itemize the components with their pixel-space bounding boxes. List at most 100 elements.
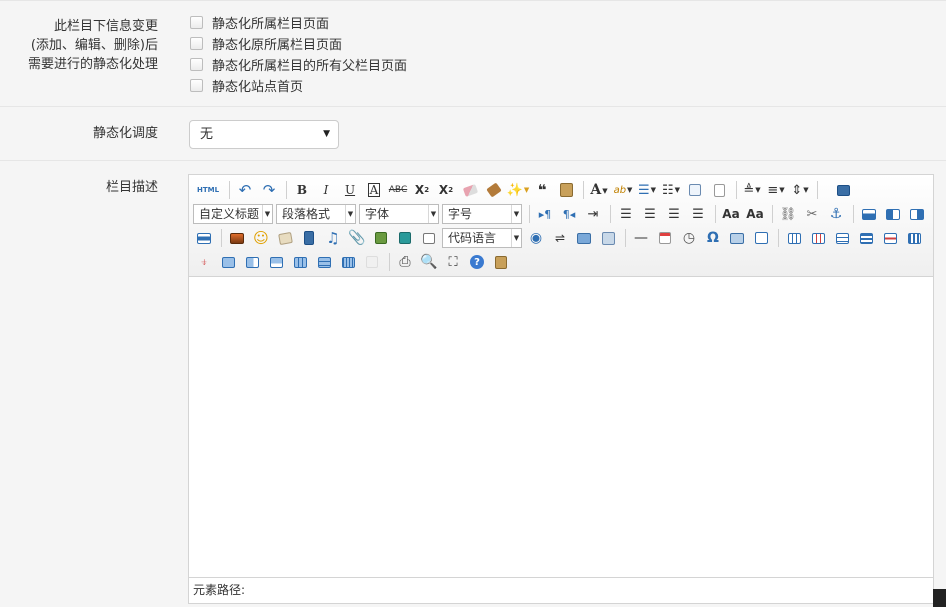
- unordered-list-icon[interactable]: ☷ ▼: [660, 180, 682, 200]
- paragraph-format-select[interactable]: 段落格式 ▼: [276, 204, 356, 224]
- option-label: 静态化原所属栏目页面: [212, 38, 343, 53]
- snapscreen-icon[interactable]: [726, 228, 748, 248]
- font-border-icon[interactable]: A: [363, 180, 385, 200]
- resize-handle[interactable]: [933, 589, 946, 607]
- superscript-icon[interactable]: X2: [411, 180, 433, 200]
- insert-paragraph-before-table-icon[interactable]: [831, 228, 853, 248]
- highlight-color-icon[interactable]: ab ▼: [612, 180, 634, 200]
- background-icon[interactable]: [573, 228, 595, 248]
- image-left-icon[interactable]: [882, 204, 904, 224]
- italic-icon[interactable]: I: [315, 180, 337, 200]
- align-left-icon[interactable]: ☰: [615, 204, 637, 224]
- emotion-icon[interactable]: ☺: [250, 228, 272, 248]
- special-char-icon[interactable]: Ω: [702, 228, 724, 248]
- split-to-cells-icon[interactable]: [289, 252, 311, 272]
- rowspacing-icon[interactable]: [684, 180, 706, 200]
- element-path-label: 元素路径:: [193, 583, 246, 597]
- uppercase-icon[interactable]: Aa: [720, 204, 742, 224]
- image-none-icon[interactable]: [858, 204, 880, 224]
- link-icon[interactable]: ⛓: [777, 204, 799, 224]
- insert-table-icon[interactable]: [783, 228, 805, 248]
- time-icon[interactable]: ◷: [678, 228, 700, 248]
- separator: [529, 205, 530, 223]
- webapp-icon[interactable]: ◉: [525, 228, 547, 248]
- template-icon[interactable]: [597, 228, 619, 248]
- blockquote-icon[interactable]: ❝: [531, 180, 553, 200]
- editor-content-area[interactable]: [189, 277, 933, 577]
- option-label: 静态化站点首页: [212, 80, 304, 95]
- delete-col-icon[interactable]: ⍖: [193, 252, 215, 272]
- gmap-icon[interactable]: [394, 228, 416, 248]
- page-break-icon[interactable]: [708, 180, 730, 200]
- strikethrough-icon[interactable]: ABC: [387, 180, 409, 200]
- rtl-direction-icon[interactable]: ¶◂: [558, 204, 580, 224]
- undo-icon[interactable]: ↶: [234, 180, 256, 200]
- redo-icon[interactable]: ↷: [258, 180, 280, 200]
- insert-image-icon[interactable]: [226, 228, 248, 248]
- date-icon[interactable]: [654, 228, 676, 248]
- music-icon[interactable]: ♫: [322, 228, 344, 248]
- merge-right-icon[interactable]: [241, 252, 263, 272]
- subscript-icon[interactable]: X2: [435, 180, 457, 200]
- horizontal-rule-icon[interactable]: —: [630, 228, 652, 248]
- checkbox[interactable]: [190, 37, 203, 50]
- align-justify-icon[interactable]: ☰: [687, 204, 709, 224]
- print-icon[interactable]: ⎙: [394, 252, 416, 272]
- insert-col-icon[interactable]: [903, 228, 925, 248]
- option-static-parent-categories[interactable]: 静态化所属栏目的所有父栏目页面: [190, 54, 407, 75]
- lineheight-icon[interactable]: ⇕ ▼: [789, 180, 811, 200]
- align-center-icon[interactable]: ☰: [639, 204, 661, 224]
- attachment-icon[interactable]: 📎: [346, 228, 368, 248]
- indent-icon[interactable]: ⇥: [582, 204, 604, 224]
- schedule-select[interactable]: 无 ▼: [189, 120, 339, 149]
- font-size-select[interactable]: 字号 ▼: [442, 204, 522, 224]
- checkbox[interactable]: [190, 58, 203, 71]
- insert-video-icon[interactable]: [298, 228, 320, 248]
- eraser-icon[interactable]: [459, 180, 481, 200]
- charts-icon[interactable]: [361, 252, 383, 272]
- preview-icon[interactable]: [832, 180, 854, 200]
- bold-icon[interactable]: B: [291, 180, 313, 200]
- search-replace-icon[interactable]: ⛶: [442, 252, 464, 272]
- help-icon[interactable]: ?: [466, 252, 488, 272]
- option-static-category[interactable]: 静态化所属栏目页面: [190, 12, 407, 33]
- checkbox[interactable]: [190, 16, 203, 29]
- auto-typeset-icon[interactable]: ✨ ▼: [507, 180, 530, 200]
- merge-cells-icon[interactable]: [217, 252, 239, 272]
- page-break-2-icon[interactable]: ⇌: [549, 228, 571, 248]
- option-static-homepage[interactable]: 静态化站点首页: [190, 75, 407, 96]
- delete-table-icon[interactable]: [807, 228, 829, 248]
- font-color-icon[interactable]: A ▼: [588, 180, 610, 200]
- line-height-icon[interactable]: ≜ ▼: [741, 180, 763, 200]
- anchor-icon[interactable]: ⚓: [825, 204, 847, 224]
- preview-search-icon[interactable]: 🔍: [418, 252, 440, 272]
- unlink-icon[interactable]: ✂: [801, 204, 823, 224]
- paragraph-spacing-icon[interactable]: ≡ ▼: [765, 180, 787, 200]
- option-static-original-category[interactable]: 静态化原所属栏目页面: [190, 33, 407, 54]
- checkbox[interactable]: [190, 79, 203, 92]
- code-language-select[interactable]: 代码语言 ▼: [442, 228, 522, 248]
- split-to-rows-icon[interactable]: [313, 252, 335, 272]
- scrawl-icon[interactable]: [274, 228, 296, 248]
- word-image-icon[interactable]: [750, 228, 772, 248]
- image-right-icon[interactable]: [906, 204, 928, 224]
- underline-icon[interactable]: U: [339, 180, 361, 200]
- map-icon[interactable]: [370, 228, 392, 248]
- delete-row-icon[interactable]: [879, 228, 901, 248]
- ltr-direction-icon[interactable]: ▸¶: [534, 204, 556, 224]
- font-family-select[interactable]: 字体 ▼: [359, 204, 439, 224]
- html-source-button[interactable]: HTML: [193, 180, 223, 200]
- align-right-icon[interactable]: ☰: [663, 204, 685, 224]
- image-center-icon[interactable]: [193, 228, 215, 248]
- split-to-cols-icon[interactable]: [337, 252, 359, 272]
- lowercase-icon[interactable]: Aa: [744, 204, 766, 224]
- format-painter-icon[interactable]: [483, 180, 505, 200]
- drafts-icon[interactable]: [490, 252, 512, 272]
- insert-row-icon[interactable]: [855, 228, 877, 248]
- insert-frame-icon[interactable]: [418, 228, 440, 248]
- paste-plain-icon[interactable]: [555, 180, 577, 200]
- merge-down-icon[interactable]: [265, 252, 287, 272]
- custom-title-select[interactable]: 自定义标题 ▼: [193, 204, 273, 224]
- separator: [778, 229, 779, 247]
- ordered-list-icon[interactable]: ☰ ▼: [636, 180, 658, 200]
